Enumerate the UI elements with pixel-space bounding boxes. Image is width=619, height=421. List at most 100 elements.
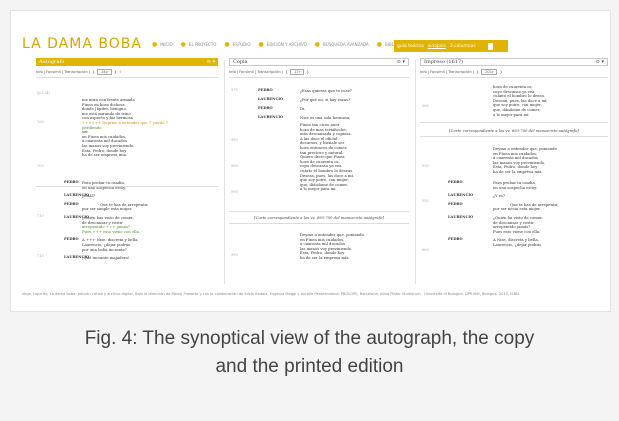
- speaker-name: LAURENCIO: [258, 115, 284, 119]
- divider: [415, 60, 416, 284]
- editorial-note: [Corte correspondiente a los vv. 693-700…: [254, 215, 384, 220]
- verse-line: en una sospecha estoy.: [493, 184, 538, 190]
- nav-inicio[interactable]: INICIO: [152, 41, 172, 48]
- prev-page-icon[interactable]: ❬: [92, 70, 95, 74]
- verse-line: Pues +++ esto viene con ella.: [82, 228, 141, 234]
- next-page-icon[interactable]: ❭: [114, 70, 117, 74]
- column-autografo: Autógrafo ⊙ ▾ Info | Facsímil | Transcri…: [36, 58, 218, 78]
- page-select[interactable]: 201r: [481, 68, 498, 75]
- nav-proyecto[interactable]: EL PROYECTO: [181, 41, 217, 48]
- column-impreso: Impreso (1617) ⊙ ▾ Info | Facsímil | Tra…: [420, 58, 608, 78]
- verse-line: ¡Qué incrante majadero!: [82, 255, 130, 261]
- speaker-name: PEDRO: [64, 201, 79, 206]
- column-toolbar: Info | Facsímil | Transcripción | ❬ 17r …: [229, 68, 409, 75]
- tool-sinopsis[interactable]: sinopsis: [428, 44, 446, 49]
- speaker-name: PEDRO: [448, 201, 463, 206]
- speaker-name: LAURENCIO: [448, 215, 474, 219]
- verse-line: por ser necia esta mujer.: [493, 206, 541, 212]
- divider: [229, 223, 409, 224]
- verse-line: a lo mejor para mí.: [493, 111, 530, 117]
- column-title: Impreso (1617): [424, 59, 464, 65]
- divider: [224, 60, 225, 284]
- citation-footer: Vega, Lope de, La dama boba: edición crí…: [22, 292, 519, 296]
- verse-line: Di.: [300, 106, 306, 111]
- prev-page-icon[interactable]: ❬: [285, 70, 288, 74]
- divider: [36, 77, 218, 78]
- speaker-name: PEDRO: [448, 180, 463, 184]
- editorial-note: [Corte correspondiente a los vv. 693-700…: [449, 128, 579, 133]
- tool-guia[interactable]: guía teórica: [397, 44, 424, 49]
- page-select[interactable]: 14v: [97, 68, 112, 75]
- column-title: Autógrafo: [39, 59, 65, 65]
- line-number: 600: [422, 248, 429, 252]
- line-number: 975: [231, 88, 238, 92]
- line-number: 590: [422, 164, 429, 168]
- verse-line: Pues esto viene con ella.: [493, 228, 541, 234]
- verse-line: ¿Cuál?: [82, 193, 95, 199]
- divider: [229, 211, 409, 212]
- speaker-name: PEDRO: [258, 106, 273, 110]
- verse-line: Nise es una sola hermosa;: [300, 115, 351, 120]
- page-reference: (p.124): [37, 91, 50, 95]
- verse-line: a lo mejor para mí.: [300, 186, 337, 192]
- nav-edicion[interactable]: EDICIÓN Y ARCHIVO: [259, 41, 307, 48]
- verse-line: ¿Esas quieras que te cuse?: [300, 88, 352, 93]
- column-copia: Copia ⊙ ▾ Info | Facsímil | Transcripció…: [229, 58, 409, 78]
- column-toolbar: Info | Facsímil | Transcripción | ❬ 14v …: [36, 68, 218, 75]
- speaker-name: PEDRO: [258, 88, 273, 92]
- toolbar-label[interactable]: Info | Facsímil | Transcripción |: [36, 70, 90, 74]
- verse-line: ¿Y es?: [493, 193, 505, 199]
- chevron-down-icon[interactable]: ⊙ ▾: [596, 59, 604, 65]
- line-number: 715: [37, 254, 44, 258]
- line-number: 595: [422, 199, 429, 203]
- verse-line: ha de ser la empresa mía.: [300, 255, 350, 260]
- divider: [229, 77, 409, 78]
- verse-line: ¿Por qué no, si hay razas?: [300, 97, 350, 102]
- column-title-bar: Copia ⊙ ▾: [229, 58, 409, 66]
- toolbar-label[interactable]: Info | Facsímil | Transcripción |: [229, 70, 283, 74]
- view-tools-bar: guía teórica sinopsis 3 columnas: [394, 40, 508, 52]
- page-select[interactable]: 17r: [290, 68, 305, 75]
- tool-toggle-icon[interactable]: [487, 42, 493, 50]
- toolbar-label[interactable]: Info | Facsímil | Transcripción |: [420, 70, 474, 74]
- caption-line: and the printed edition: [215, 356, 404, 377]
- nav-busqueda[interactable]: BÚSQUEDA AVANZADA: [315, 41, 369, 48]
- chevron-down-icon[interactable]: ⊙ ▾: [397, 59, 405, 65]
- speaker-name: PEDRO: [64, 180, 79, 184]
- next-page-icon[interactable]: ❭: [499, 70, 502, 74]
- caption-line: Fig. 4: The synoptical view of the autog…: [84, 328, 535, 349]
- line-number: 585: [422, 104, 429, 108]
- arrow-up-icon[interactable]: ⇧: [119, 70, 122, 74]
- verse-line: por ser simple esta mujer.: [82, 206, 133, 212]
- speaker-name: LAURENCIO: [258, 97, 284, 101]
- next-page-icon[interactable]: ❭: [306, 70, 309, 74]
- column-title-bar: Impreso (1617) ⊙ ▾: [420, 58, 608, 66]
- verse-line: por una boba incrante?: [82, 246, 127, 252]
- column-title: Copia: [233, 59, 248, 65]
- divider: [420, 77, 608, 78]
- column-toolbar: Info | Facsímil | Transcripción | ❬ 201r…: [420, 68, 608, 75]
- verse-line: Laurencio, ¿dejar podrás: [493, 242, 542, 247]
- chevron-down-icon[interactable]: ⊙ ▾: [207, 59, 215, 65]
- verse-line: ha de ser la empresa mía.: [493, 169, 543, 174]
- line-number: 705: [37, 164, 44, 168]
- line-number: 995: [231, 253, 238, 257]
- tool-columnas[interactable]: 3 columnas: [450, 44, 476, 49]
- speaker-name: LAURENCIO: [448, 193, 474, 198]
- column-title-bar: Autógrafo ⊙ ▾: [36, 58, 218, 66]
- speaker-name: PEDRO: [448, 237, 463, 242]
- line-number: 985: [231, 164, 238, 168]
- line-number: 710: [37, 214, 44, 218]
- divider: [420, 136, 608, 137]
- verse-line: ha de ser empresa mía.: [82, 152, 128, 158]
- line-number: 990: [231, 190, 238, 194]
- figure-caption: Fig. 4: The synoptical view of the autog…: [0, 325, 619, 381]
- nav-estudio[interactable]: ESTUDIO: [224, 41, 251, 48]
- divider: [36, 186, 218, 187]
- line-number: 980: [231, 138, 238, 142]
- divider: [420, 122, 608, 123]
- line-number: 700: [37, 120, 44, 124]
- site-brand[interactable]: LA DAMA BOBA: [22, 36, 142, 52]
- prev-page-icon[interactable]: ❬: [476, 70, 479, 74]
- speaker-name: PEDRO: [64, 237, 79, 242]
